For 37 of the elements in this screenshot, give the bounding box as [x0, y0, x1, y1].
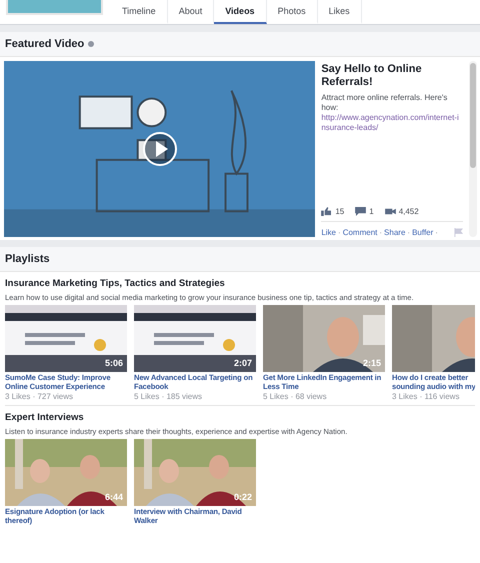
video-title[interactable]: Say Hello to Online Referrals! — [321, 63, 464, 89]
section-title: Featured Video — [5, 38, 84, 50]
nav-tab[interactable]: Timeline — [111, 0, 168, 24]
playlist-title[interactable]: Expert Interviews — [5, 412, 475, 423]
section-title: Playlists — [5, 253, 50, 265]
comment-count: 1 — [369, 207, 374, 216]
nav-tab[interactable]: About — [168, 0, 214, 24]
video-duration: 2:15 — [362, 358, 381, 368]
separator-dot: · — [379, 228, 382, 237]
thumbs-up-icon — [321, 207, 332, 216]
comment-icon — [355, 207, 366, 216]
nav-tab[interactable]: Likes — [318, 0, 362, 24]
info-icon — [88, 41, 94, 47]
action-link[interactable]: Comment — [342, 228, 378, 237]
video-stats: 3 Likes · 116 views — [392, 392, 460, 401]
video-description: Attract more online referrals. Here's how: — [321, 93, 448, 113]
video-link[interactable]: http://www.agencynation.com/internet-insurance-leads/ — [321, 113, 464, 133]
separator-dot: · — [338, 228, 341, 237]
like-count: 15 — [335, 207, 344, 216]
nav-tab[interactable]: Photos — [266, 0, 318, 24]
video-duration: 0:22 — [234, 492, 252, 502]
video-stats: 3 Likes · 727 views — [5, 392, 74, 401]
video-duration: 2:07 — [234, 358, 252, 368]
playlist-title[interactable]: Insurance Marketing Tips, Tactics and Strategies — [5, 278, 475, 289]
video-camera-icon — [384, 207, 396, 216]
action-link[interactable]: Like — [321, 228, 336, 237]
action-link[interactable]: Buffer — [412, 228, 434, 237]
video-stats: 5 Likes · 68 views — [263, 392, 328, 401]
video-duration: 5:06 — [104, 358, 123, 368]
video-stats: 5 Likes · 185 views — [134, 392, 204, 401]
play-icon[interactable] — [142, 131, 178, 167]
separator-dot: · — [435, 228, 438, 237]
action-link[interactable]: Share — [384, 228, 406, 237]
scrollbar[interactable] — [469, 61, 477, 237]
view-count: 4,452 — [398, 207, 419, 216]
separator-dot: · — [407, 228, 410, 237]
video-duration: 6:44 — [104, 492, 123, 502]
